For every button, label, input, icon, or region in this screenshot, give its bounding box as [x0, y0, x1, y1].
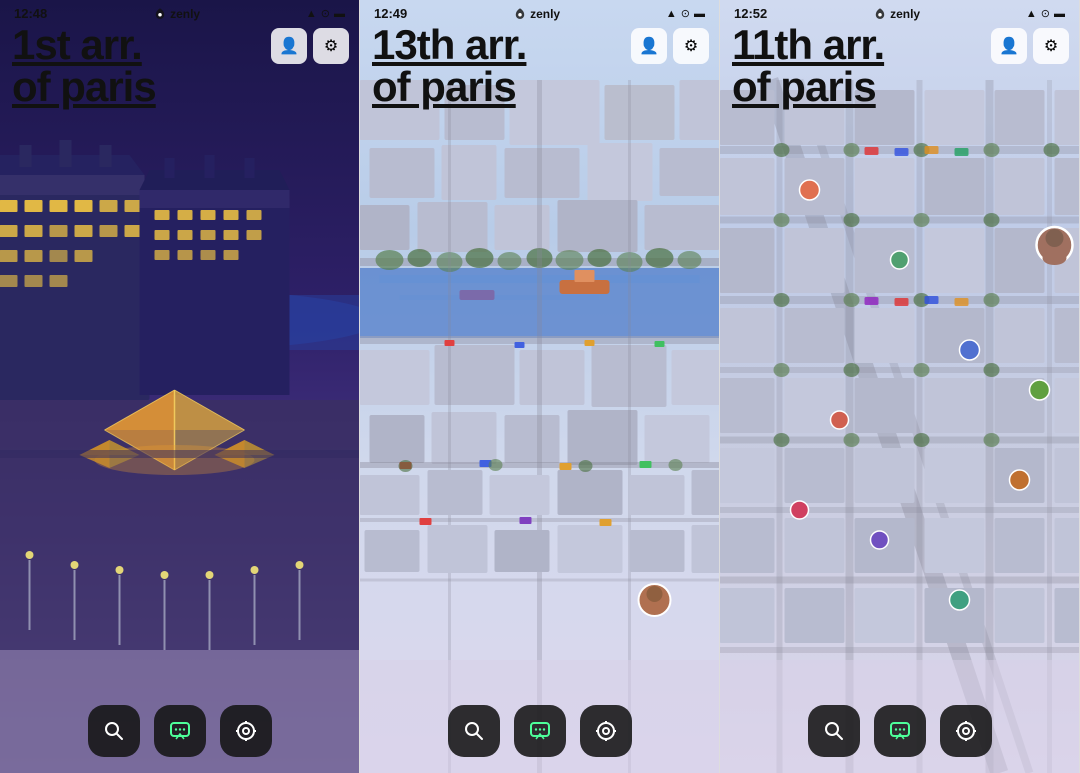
settings-icon-1: ⚙ [324, 36, 338, 56]
wifi-icon-1: ⊙ [321, 7, 330, 20]
panel-1: 12:48 zenly ▲ ⊙ ▬ 1st arr. of paris 👤 ⚙ [0, 0, 360, 773]
locate-button-2[interactable] [580, 705, 632, 757]
battery-icon-3: ▬ [1054, 8, 1065, 20]
time-1: 12:48 [14, 6, 47, 21]
profile-button-2[interactable]: 👤 [631, 28, 667, 64]
time-3: 12:52 [734, 6, 767, 21]
signal-icon-2: ▲ [666, 8, 677, 20]
profile-icon-2: 👤 [639, 36, 659, 56]
panel-2: 12:49 zenly ▲ ⊙ ▬ 13th arr. of paris 👤 ⚙ [360, 0, 720, 773]
wifi-icon-3: ⊙ [1041, 7, 1050, 20]
signal-icon-3: ▲ [1026, 8, 1037, 20]
bottom-bar-2 [360, 705, 719, 757]
location-title-1: 1st arr. of paris [12, 24, 156, 108]
status-icons-3: ▲ ⊙ ▬ [1026, 7, 1065, 20]
locate-button-1[interactable] [220, 705, 272, 757]
profile-icon-1: 👤 [279, 36, 299, 56]
search-button-3[interactable] [808, 705, 860, 757]
settings-icon-2: ⚙ [684, 36, 698, 56]
location-title-3: 11th arr. of paris [732, 24, 884, 108]
bottom-bar-1 [0, 705, 359, 757]
search-button-1[interactable] [88, 705, 140, 757]
settings-icon-3: ⚙ [1044, 36, 1058, 56]
header-3: 11th arr. of paris [732, 24, 884, 108]
status-icons-1: ▲ ⊙ ▬ [306, 7, 345, 20]
map-background-3 [720, 0, 1079, 773]
chat-button-3[interactable] [874, 705, 926, 757]
header-2: 13th arr. of paris [372, 24, 526, 108]
locate-button-3[interactable] [940, 705, 992, 757]
location-title-2: 13th arr. of paris [372, 24, 526, 108]
chat-button-2[interactable] [514, 705, 566, 757]
battery-icon-2: ▬ [694, 8, 705, 20]
signal-icon-1: ▲ [306, 8, 317, 20]
status-icons-2: ▲ ⊙ ▬ [666, 7, 705, 20]
header-1: 1st arr. of paris [12, 24, 156, 108]
settings-button-1[interactable]: ⚙ [313, 28, 349, 64]
header-buttons-3[interactable]: 👤 ⚙ [991, 28, 1069, 64]
header-buttons-2[interactable]: 👤 ⚙ [631, 28, 709, 64]
panel-3: 12:52 zenly ▲ ⊙ ▬ 11th arr. of paris 👤 ⚙ [720, 0, 1080, 773]
profile-button-1[interactable]: 👤 [271, 28, 307, 64]
battery-icon-1: ▬ [334, 8, 345, 20]
settings-button-3[interactable]: ⚙ [1033, 28, 1069, 64]
logo-1: zenly [153, 7, 200, 21]
bottom-bar-3 [720, 705, 1079, 757]
logo-3: zenly [873, 7, 920, 21]
wifi-icon-2: ⊙ [681, 7, 690, 20]
profile-button-3[interactable]: 👤 [991, 28, 1027, 64]
search-button-2[interactable] [448, 705, 500, 757]
header-buttons-1[interactable]: 👤 ⚙ [271, 28, 349, 64]
logo-2: zenly [513, 7, 560, 21]
profile-icon-3: 👤 [999, 36, 1019, 56]
time-2: 12:49 [374, 6, 407, 21]
settings-button-2[interactable]: ⚙ [673, 28, 709, 64]
chat-button-1[interactable] [154, 705, 206, 757]
map-background-1 [0, 0, 359, 773]
map-background-2 [360, 0, 719, 773]
